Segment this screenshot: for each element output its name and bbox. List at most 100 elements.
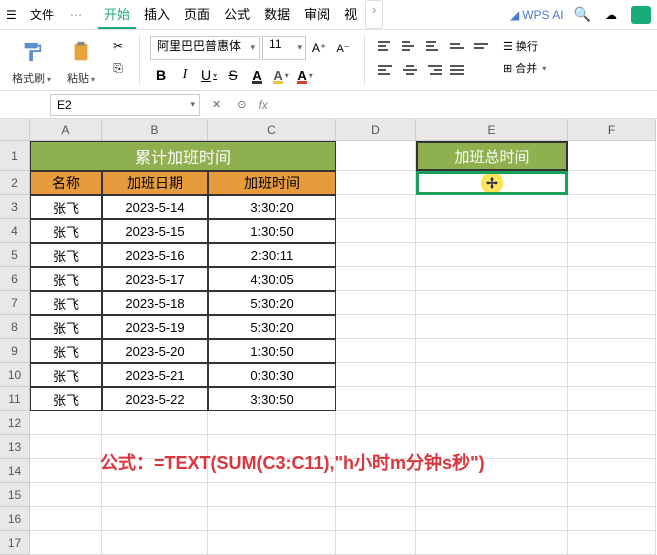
cell[interactable] <box>336 411 416 435</box>
table-header[interactable]: 名称 <box>30 171 102 195</box>
col-header-C[interactable]: C <box>208 119 336 141</box>
align-middle-icon[interactable] <box>399 36 421 56</box>
table-cell-name[interactable]: 张飞 <box>30 339 102 363</box>
row-header[interactable]: 8 <box>0 315 30 339</box>
merge-cells-button[interactable]: ⊞ 合并 <box>499 58 550 78</box>
row-header[interactable]: 11 <box>0 387 30 411</box>
decrease-indent-icon[interactable] <box>447 36 469 56</box>
table-cell-date[interactable]: 2023-5-21 <box>102 363 208 387</box>
cell[interactable] <box>336 483 416 507</box>
name-box[interactable]: E2 <box>50 94 200 116</box>
table-cell-name[interactable]: 张飞 <box>30 291 102 315</box>
table-cell-date[interactable]: 2023-5-14 <box>102 195 208 219</box>
cell[interactable] <box>568 483 656 507</box>
table-cell-name[interactable]: 张飞 <box>30 267 102 291</box>
row-header[interactable]: 1 <box>0 141 30 171</box>
tab-view[interactable]: 视 <box>338 0 363 29</box>
cut-icon[interactable]: ✂ <box>107 36 129 56</box>
selected-cell-E2[interactable]: ✢ <box>416 171 568 195</box>
row-header[interactable]: 13 <box>0 435 30 459</box>
row-header[interactable]: 12 <box>0 411 30 435</box>
font-color-button[interactable]: A <box>246 64 268 86</box>
wps-ai-button[interactable]: ◢WPS AI <box>510 8 564 22</box>
row-header[interactable]: 17 <box>0 531 30 555</box>
cell[interactable] <box>568 267 656 291</box>
cell[interactable] <box>568 339 656 363</box>
table-header[interactable]: 加班日期 <box>102 171 208 195</box>
table-cell-time[interactable]: 4:30:05 <box>208 267 336 291</box>
row-header[interactable]: 10 <box>0 363 30 387</box>
table-cell-name[interactable]: 张飞 <box>30 219 102 243</box>
cancel-formula-icon[interactable]: ✕ <box>204 98 229 111</box>
cell[interactable] <box>568 531 656 555</box>
table-cell-name[interactable]: 张飞 <box>30 387 102 411</box>
table-cell-time[interactable]: 3:30:20 <box>208 195 336 219</box>
row-header[interactable]: 6 <box>0 267 30 291</box>
col-header-E[interactable]: E <box>416 119 568 141</box>
formula-input[interactable] <box>272 94 657 116</box>
col-header-B[interactable]: B <box>102 119 208 141</box>
paste-icon[interactable] <box>65 36 97 68</box>
table-cell-date[interactable]: 2023-5-22 <box>102 387 208 411</box>
cell[interactable] <box>30 435 102 459</box>
tab-page[interactable]: 页面 <box>178 0 216 29</box>
cell[interactable] <box>336 507 416 531</box>
cell[interactable] <box>568 459 656 483</box>
cell[interactable] <box>568 363 656 387</box>
cell[interactable] <box>416 267 568 291</box>
row-header[interactable]: 9 <box>0 339 30 363</box>
cell[interactable] <box>568 411 656 435</box>
table-cell-time[interactable]: 3:30:50 <box>208 387 336 411</box>
increase-indent-icon[interactable] <box>471 36 493 56</box>
italic-button[interactable]: I <box>174 64 196 86</box>
row-header[interactable]: 16 <box>0 507 30 531</box>
font-size-select[interactable]: 11 <box>262 36 306 60</box>
cell[interactable] <box>416 411 568 435</box>
cell[interactable] <box>102 483 208 507</box>
table-cell-date[interactable]: 2023-5-20 <box>102 339 208 363</box>
table-cell-date[interactable]: 2023-5-15 <box>102 219 208 243</box>
cell[interactable] <box>416 243 568 267</box>
cell[interactable] <box>336 531 416 555</box>
cell[interactable] <box>568 291 656 315</box>
cell[interactable] <box>416 387 568 411</box>
cell[interactable] <box>568 243 656 267</box>
font-family-select[interactable]: 阿里巴巴普惠体 <box>150 36 260 60</box>
col-header-A[interactable]: A <box>30 119 102 141</box>
table-cell-date[interactable]: 2023-5-18 <box>102 291 208 315</box>
cell[interactable] <box>208 411 336 435</box>
cell[interactable] <box>568 195 656 219</box>
table-cell-time[interactable]: 1:30:50 <box>208 339 336 363</box>
align-justify-icon[interactable] <box>447 60 469 80</box>
cell[interactable] <box>102 507 208 531</box>
col-header-D[interactable]: D <box>336 119 416 141</box>
cell[interactable] <box>30 483 102 507</box>
cell[interactable] <box>416 339 568 363</box>
align-top-icon[interactable] <box>375 36 397 56</box>
cell[interactable] <box>568 315 656 339</box>
cell[interactable] <box>336 291 416 315</box>
table-cell-time[interactable]: 1:30:50 <box>208 219 336 243</box>
cell[interactable] <box>336 195 416 219</box>
cell[interactable] <box>208 483 336 507</box>
cell[interactable] <box>30 531 102 555</box>
paste-label[interactable]: 粘贴 <box>67 70 95 86</box>
copy-icon[interactable]: ⎘ <box>107 58 129 78</box>
cell[interactable] <box>336 243 416 267</box>
cell[interactable] <box>568 171 656 195</box>
tab-home[interactable]: 开始 <box>98 0 136 29</box>
row-header[interactable]: 5 <box>0 243 30 267</box>
cell[interactable] <box>416 195 568 219</box>
cell[interactable] <box>336 363 416 387</box>
table-cell-time[interactable]: 0:30:30 <box>208 363 336 387</box>
align-right-icon[interactable] <box>423 60 445 80</box>
tabs-next-icon[interactable]: › <box>365 0 383 29</box>
cell[interactable] <box>568 219 656 243</box>
table-cell-date[interactable]: 2023-5-19 <box>102 315 208 339</box>
cell[interactable] <box>416 483 568 507</box>
table-cell-date[interactable]: 2023-5-16 <box>102 243 208 267</box>
menu-icon[interactable]: ☰ <box>6 8 20 22</box>
row-header[interactable]: 14 <box>0 459 30 483</box>
cell[interactable] <box>568 435 656 459</box>
table-cell-time[interactable]: 5:30:20 <box>208 291 336 315</box>
